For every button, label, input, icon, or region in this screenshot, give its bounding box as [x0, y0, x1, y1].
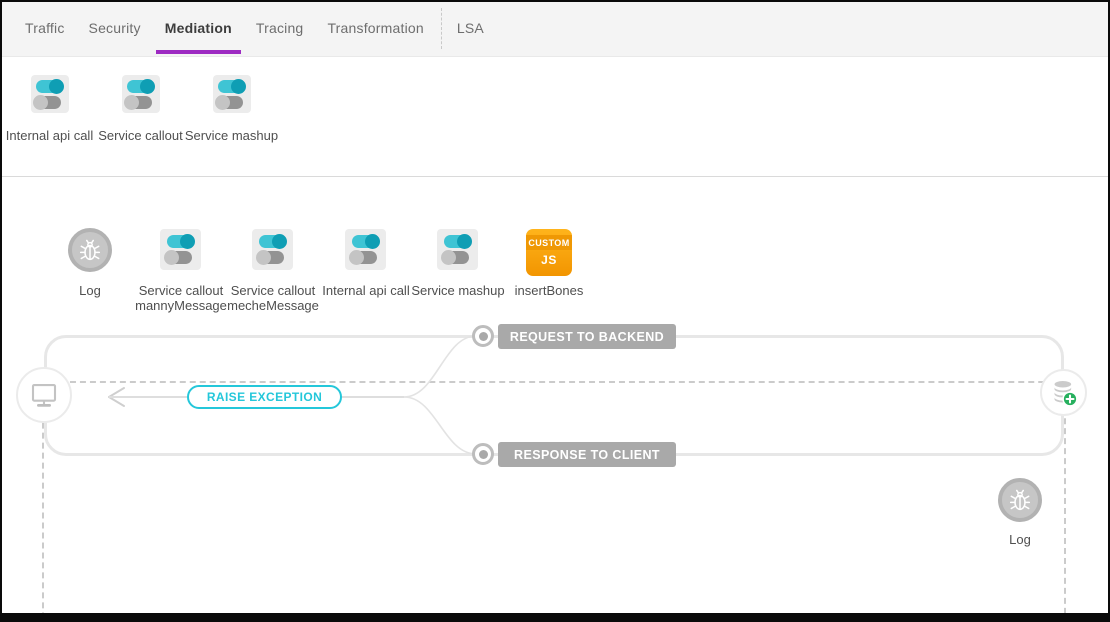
palette-item-label: Service mashup: [185, 128, 278, 143]
mediation-palette: Internal api call Service callout Servic…: [0, 57, 1110, 177]
raise-exception-label: RAISE EXCEPTION: [187, 385, 342, 409]
toggle-switches-icon: [160, 229, 201, 270]
toggle-switches-icon: [122, 75, 160, 113]
palette-item-label: Internal api call: [6, 128, 93, 143]
toggle-switches-icon: [252, 229, 293, 270]
node-service-mashup[interactable]: [437, 229, 478, 270]
palette-item-service-callout[interactable]: Service callout: [95, 75, 186, 176]
tab-transformation[interactable]: Transformation: [315, 0, 435, 56]
client-endpoint: [16, 367, 72, 423]
request-to-backend-label: REQUEST TO BACKEND: [498, 324, 676, 349]
response-to-client-label: RESPONSE TO CLIENT: [498, 442, 676, 467]
node-insertbones-custom-js[interactable]: CUSTOM JS: [526, 229, 572, 276]
toggle-switches-icon: [437, 229, 478, 270]
tab-traffic[interactable]: Traffic: [13, 0, 77, 56]
top-tab-bar: Traffic Security Mediation Tracing Trans…: [0, 0, 1110, 57]
palette-item-internal-api-call[interactable]: Internal api call: [4, 75, 95, 176]
node-service-callout-meche[interactable]: [252, 229, 293, 270]
node-label: Log: [960, 532, 1080, 547]
tab-divider: [441, 8, 442, 49]
palette-item-service-mashup[interactable]: Service mashup: [186, 75, 277, 176]
tab-security[interactable]: Security: [77, 0, 153, 56]
tab-lsa[interactable]: LSA: [445, 0, 496, 56]
response-connector-dot: [472, 443, 494, 465]
node-label: insertBones: [489, 283, 609, 298]
palette-item-label: Service callout: [98, 128, 183, 143]
tab-mediation[interactable]: Mediation: [153, 0, 244, 56]
mediation-designer-window: Traffic Security Mediation Tracing Trans…: [0, 0, 1110, 622]
tab-tracing[interactable]: Tracing: [244, 0, 316, 56]
toggle-switches-icon: [31, 75, 69, 113]
monitor-icon: [29, 381, 59, 409]
node-log-response[interactable]: [998, 478, 1042, 522]
database-add-icon: [1049, 378, 1079, 408]
node-service-callout-manny[interactable]: [160, 229, 201, 270]
bug-log-icon: [68, 228, 112, 272]
request-connector-dot: [472, 325, 494, 347]
backend-endpoint: [1040, 369, 1087, 416]
custom-js-icon: CUSTOM JS: [526, 229, 572, 276]
node-log-request[interactable]: [68, 228, 112, 272]
toggle-switches-icon: [213, 75, 251, 113]
node-internal-api-call[interactable]: [345, 229, 386, 270]
toggle-switches-icon: [345, 229, 386, 270]
bug-log-icon: [998, 478, 1042, 522]
